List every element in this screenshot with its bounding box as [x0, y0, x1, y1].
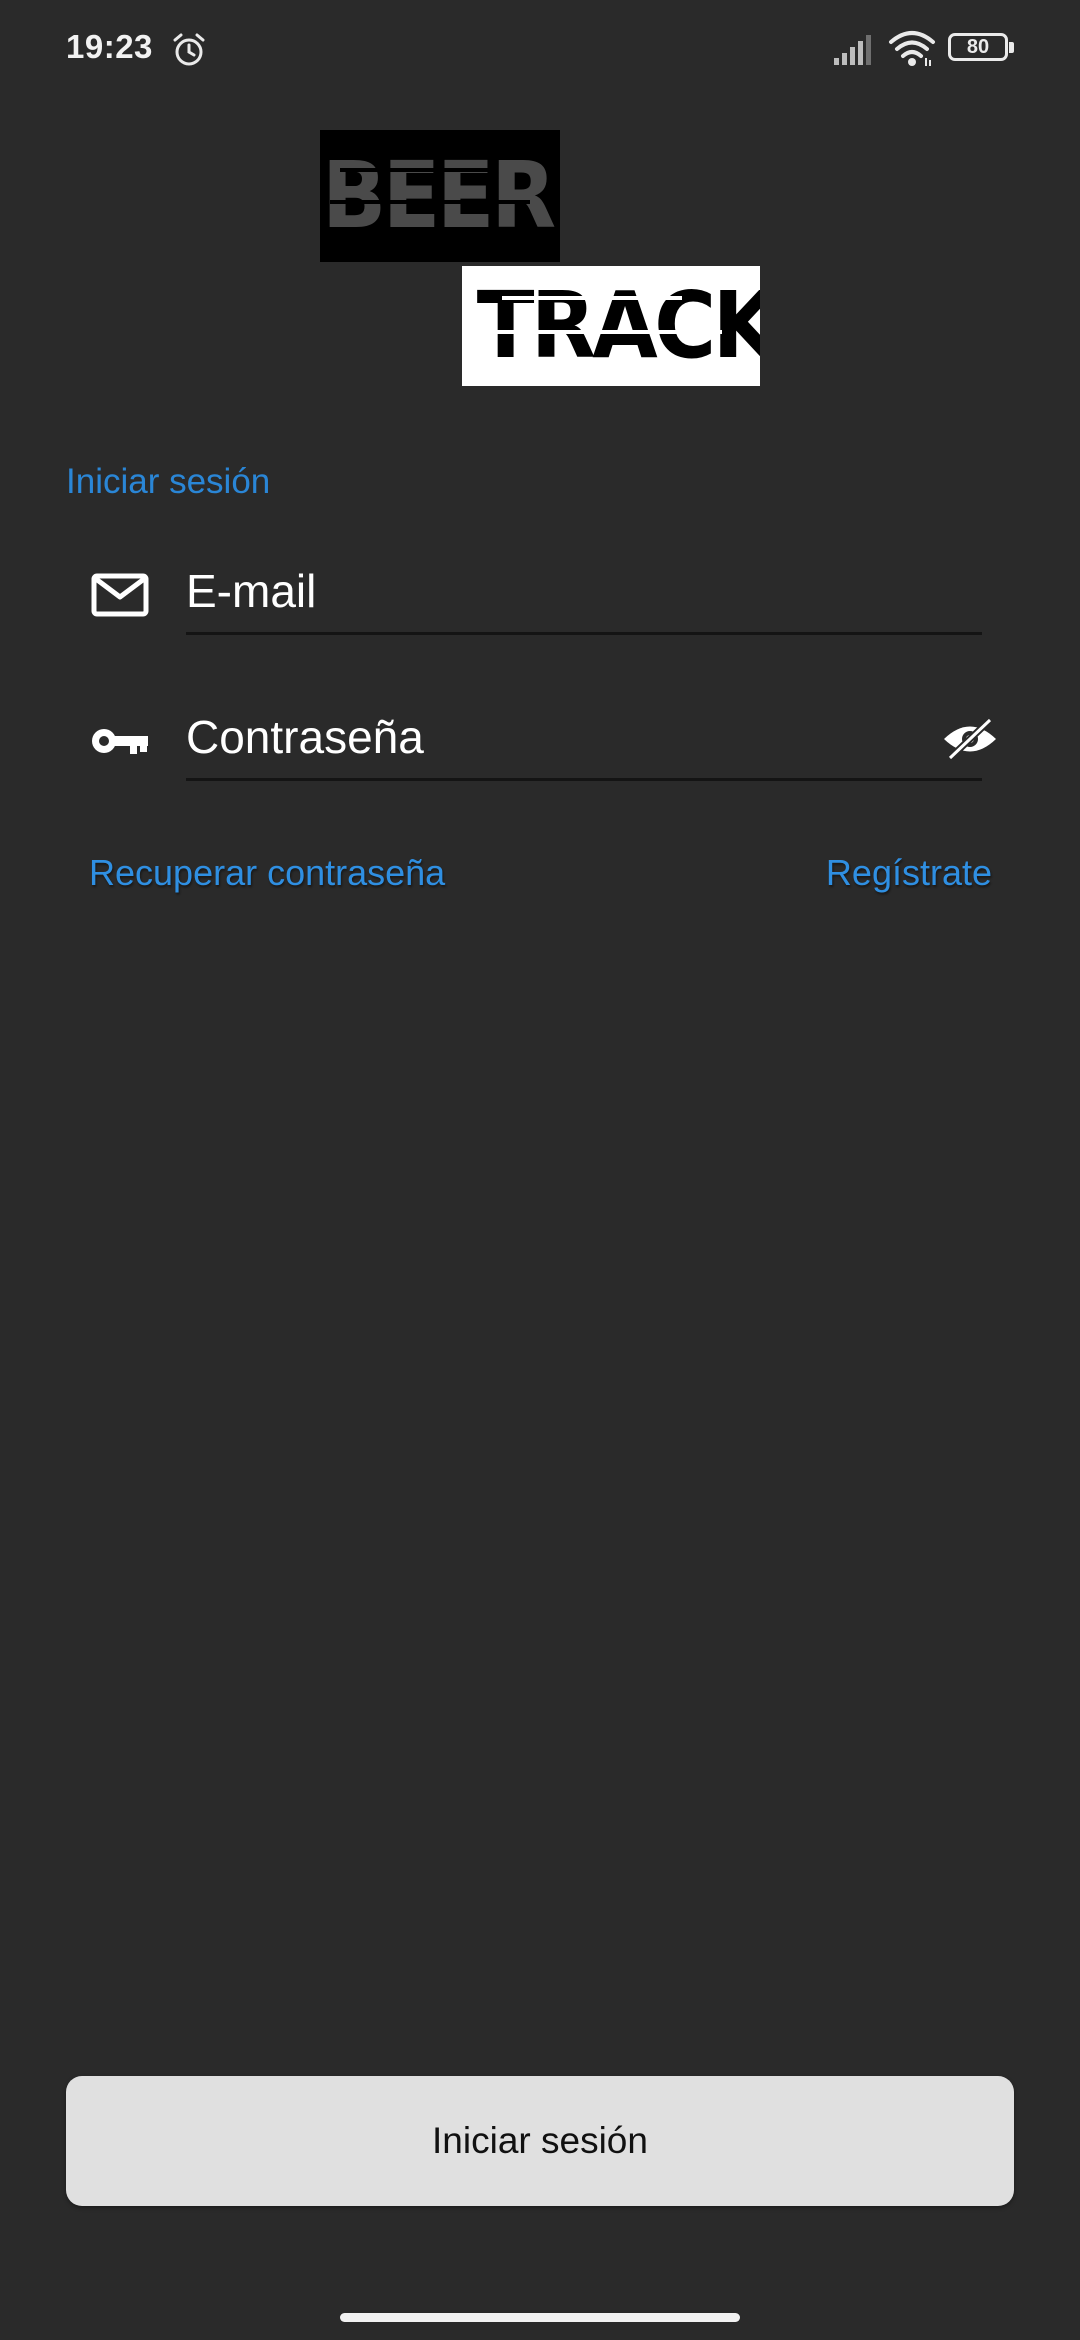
wifi-icon [889, 31, 935, 66]
status-time: 19:23 [66, 28, 153, 65]
password-field[interactable]: Contraseña [186, 696, 982, 781]
status-bar: 19:23 80 [0, 0, 1080, 100]
key-icon [92, 729, 148, 754]
mail-icon [91, 573, 149, 617]
home-indicator[interactable] [340, 2313, 740, 2322]
login-screen: 19:23 80 BEER TRACK Iniciar sesión E-mai… [0, 0, 1080, 2340]
section-title: Iniciar sesión [66, 462, 271, 501]
login-button[interactable]: Iniciar sesión [66, 2076, 1014, 2206]
email-placeholder: E-mail [186, 565, 317, 617]
battery-icon: 80 [948, 33, 1016, 65]
email-row: E-mail [66, 550, 1000, 650]
password-row: Contraseña [66, 696, 1000, 796]
alarm-icon [173, 33, 205, 66]
signal-icon [834, 35, 871, 65]
recover-password-link[interactable]: Recuperar contraseña [89, 852, 445, 894]
app-logo: BEER TRACK [320, 130, 760, 386]
logo-track: TRACK [462, 266, 760, 386]
logo-track-text: TRACK [476, 272, 760, 379]
eye-off-icon[interactable] [940, 718, 1000, 760]
logo-beer-text: BEER [321, 142, 556, 249]
email-field[interactable]: E-mail [186, 550, 982, 635]
battery-level: 80 [966, 36, 990, 58]
register-link[interactable]: Regístrate [826, 852, 992, 894]
logo-beer: BEER [320, 130, 560, 262]
password-placeholder: Contraseña [186, 711, 424, 763]
